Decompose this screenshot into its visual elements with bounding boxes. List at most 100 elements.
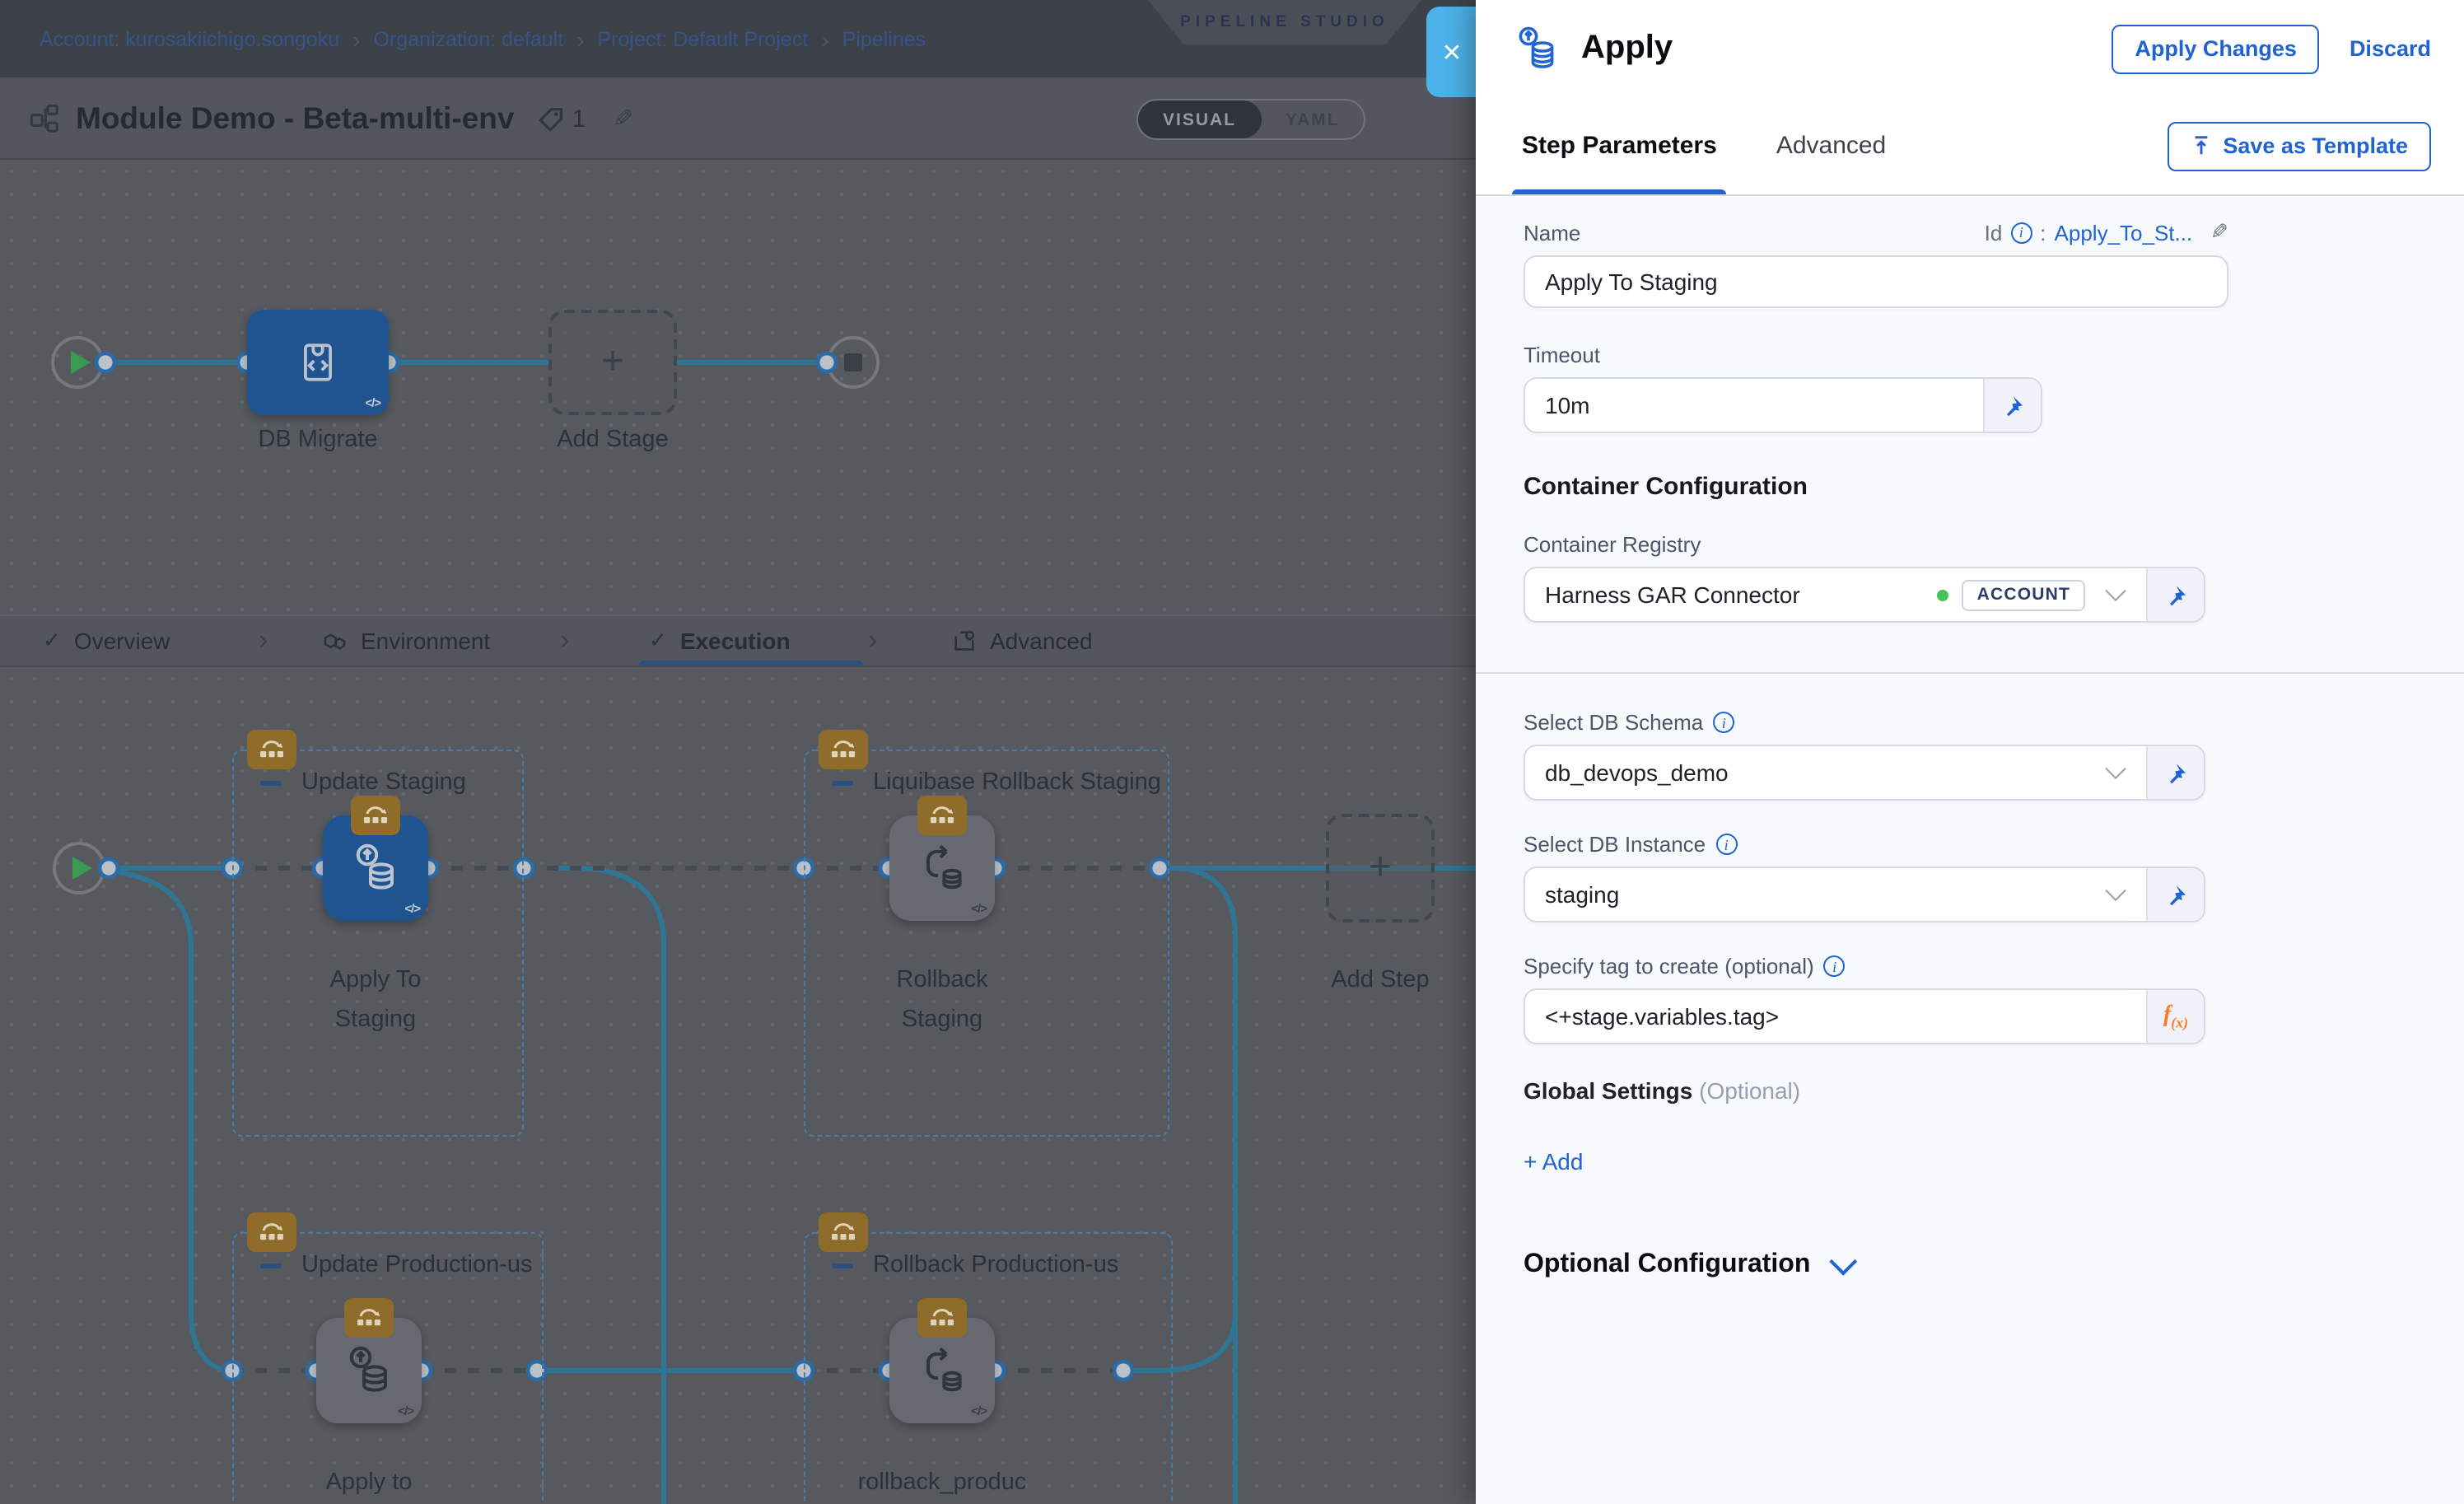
step-parameters-panel: Name Id i : Apply_To_St... ✎ Apply To St… bbox=[1476, 196, 2464, 1504]
environment-icon bbox=[323, 628, 348, 653]
step-group-liquibase-rollback-staging[interactable] bbox=[804, 750, 1169, 1137]
drawer-tabs: Step Parameters Advanced Save as Templat… bbox=[1476, 97, 2464, 196]
tag-icon bbox=[537, 105, 565, 133]
step-node-label: Apply To Staging bbox=[244, 960, 507, 1039]
container-configuration-heading: Container Configuration bbox=[1524, 473, 2464, 501]
name-row: Name Id i : Apply_To_St... ✎ bbox=[1524, 219, 2228, 245]
pin-icon[interactable] bbox=[2146, 568, 2204, 621]
close-drawer-button[interactable]: ✕ bbox=[1426, 7, 1476, 97]
connector-status-dot bbox=[1938, 589, 1949, 600]
step-node-label: rollback_produc tion_us bbox=[810, 1463, 1074, 1504]
collapse-icon[interactable] bbox=[832, 1263, 853, 1268]
tab-environment[interactable]: Environment bbox=[323, 616, 490, 666]
discard-button[interactable]: Discard bbox=[2350, 36, 2431, 61]
chevron-down-icon bbox=[2105, 580, 2126, 600]
add-global-setting-link[interactable]: + Add bbox=[1524, 1148, 2464, 1175]
pipeline-icon bbox=[30, 104, 59, 133]
timeout-input[interactable]: 10m bbox=[1525, 379, 1983, 432]
pipeline-tags[interactable]: 1 bbox=[537, 105, 586, 133]
step-group-header[interactable]: Update Staging bbox=[260, 769, 466, 796]
pipeline-studio-pane: Account: kurosakiichigo.songoku › Organi… bbox=[0, 0, 1476, 1504]
tab-advanced[interactable]: Advanced bbox=[952, 616, 1093, 666]
id-value-link[interactable]: Apply_To_St... bbox=[2055, 220, 2193, 245]
collapse-icon[interactable] bbox=[832, 780, 853, 785]
step-group-icon bbox=[351, 796, 400, 835]
tab-execution[interactable]: ✓ Execution bbox=[649, 616, 791, 666]
step-group-header[interactable]: Update Production-us bbox=[260, 1252, 533, 1278]
active-tab-underline bbox=[639, 660, 863, 666]
optional-configuration-toggle[interactable]: Optional Configuration bbox=[1524, 1250, 2464, 1280]
db-schema-field: db_devops_demo bbox=[1524, 745, 2205, 801]
code-icon: </> bbox=[365, 395, 380, 410]
advanced-icon bbox=[952, 628, 977, 653]
upload-icon bbox=[2190, 135, 2211, 156]
tab-advanced[interactable]: Advanced bbox=[1776, 97, 1886, 194]
step-group-header[interactable]: Rollback Production-us bbox=[832, 1252, 1118, 1278]
add-stage-button[interactable]: + bbox=[548, 310, 677, 415]
collapse-icon[interactable] bbox=[260, 1263, 282, 1268]
step-group-icon bbox=[247, 730, 296, 769]
add-stage-label: Add Stage bbox=[481, 420, 744, 460]
db-schema-label-row: Select DB Schemai bbox=[1524, 710, 2464, 735]
info-icon[interactable]: i bbox=[1713, 712, 1734, 733]
breadcrumb-separator: › bbox=[576, 26, 584, 52]
toggle-yaml[interactable]: YAML bbox=[1261, 100, 1365, 138]
breadcrumb: Account: kurosakiichigo.songoku › Organi… bbox=[40, 26, 926, 52]
breadcrumb-separator: › bbox=[821, 26, 828, 52]
optional-configuration-heading: Optional Configuration bbox=[1524, 1250, 1810, 1280]
add-step-button[interactable]: + bbox=[1326, 814, 1435, 922]
step-node-label: Rollback Staging bbox=[810, 960, 1074, 1039]
edit-id-icon[interactable]: ✎ bbox=[2210, 219, 2228, 245]
save-as-template-button[interactable]: Save as Template bbox=[2167, 121, 2431, 170]
tab-step-parameters[interactable]: Step Parameters bbox=[1522, 97, 1717, 194]
tab-separator: › bbox=[259, 616, 268, 666]
chevron-down-icon bbox=[2105, 758, 2126, 778]
tag-count: 1 bbox=[572, 105, 586, 133]
section-divider bbox=[1476, 672, 2464, 674]
info-icon[interactable]: i bbox=[2010, 222, 2032, 243]
pin-icon[interactable] bbox=[1983, 379, 2041, 432]
global-settings-label: Global Settings bbox=[1524, 1077, 1692, 1104]
chevron-down-icon bbox=[1830, 1248, 1858, 1276]
info-icon[interactable]: i bbox=[1824, 955, 1846, 977]
step-group-icon bbox=[247, 1212, 296, 1252]
id-separator: : bbox=[2040, 220, 2046, 245]
code-icon: </> bbox=[404, 901, 420, 916]
step-group-icon bbox=[819, 1212, 868, 1252]
stage-node-db-migrate[interactable]: </> bbox=[247, 310, 389, 415]
collapse-icon[interactable] bbox=[260, 780, 282, 785]
container-registry-label: Container Registry bbox=[1524, 532, 2464, 557]
stage-tabs-bar: ✓ Overview › Environment › ✓ Execution › bbox=[0, 614, 1476, 667]
db-instance-field: staging bbox=[1524, 866, 2205, 922]
tag-field: <+stage.variables.tag> f(x) bbox=[1524, 988, 2205, 1044]
tag-input[interactable]: <+stage.variables.tag> bbox=[1525, 990, 2146, 1043]
breadcrumb-pipelines[interactable]: Pipelines bbox=[842, 27, 926, 50]
db-schema-select[interactable]: db_devops_demo bbox=[1525, 746, 2146, 799]
step-group-icon bbox=[917, 1298, 967, 1338]
add-step-label: Add Step bbox=[1248, 960, 1476, 1000]
breadcrumb-account[interactable]: Account: kurosakiichigo.songoku bbox=[40, 27, 339, 50]
db-instance-label-row: Select DB Instancei bbox=[1524, 832, 2464, 857]
code-icon: </> bbox=[971, 1404, 987, 1418]
apply-changes-button[interactable]: Apply Changes bbox=[2112, 24, 2320, 73]
container-registry-select[interactable]: Harness GAR Connector ACCOUNT bbox=[1525, 568, 2146, 621]
step-node-label: Apply to Production-us bbox=[237, 1463, 501, 1504]
name-input[interactable]: Apply To Staging bbox=[1524, 255, 2228, 308]
check-icon: ✓ bbox=[43, 628, 61, 654]
tab-overview[interactable]: ✓ Overview bbox=[43, 616, 170, 666]
edit-title-icon[interactable]: ✎ bbox=[612, 104, 632, 133]
info-icon[interactable]: i bbox=[1715, 834, 1737, 855]
db-instance-select[interactable]: staging bbox=[1525, 868, 2146, 921]
breadcrumb-project[interactable]: Project: Default Project bbox=[598, 27, 809, 50]
tag-label-row: Specify tag to create (optional)i bbox=[1524, 954, 2464, 979]
breadcrumb-organization[interactable]: Organization: default bbox=[373, 27, 563, 50]
pin-icon[interactable] bbox=[2146, 868, 2204, 921]
toggle-visual[interactable]: VISUAL bbox=[1138, 100, 1261, 138]
stage-graph-canvas: </> DB Migrate + Add Stage bbox=[0, 160, 1476, 614]
optional-hint: (Optional) bbox=[1699, 1077, 1800, 1104]
pipeline-title: Module Demo - Beta-multi-env bbox=[76, 100, 514, 137]
execution-graph-canvas: Update Staging </> Apply To Staging bbox=[0, 667, 1476, 1504]
expression-fx-icon[interactable]: f(x) bbox=[2146, 990, 2204, 1043]
step-group-header[interactable]: Liquibase Rollback Staging bbox=[832, 769, 1161, 796]
pin-icon[interactable] bbox=[2146, 746, 2204, 799]
